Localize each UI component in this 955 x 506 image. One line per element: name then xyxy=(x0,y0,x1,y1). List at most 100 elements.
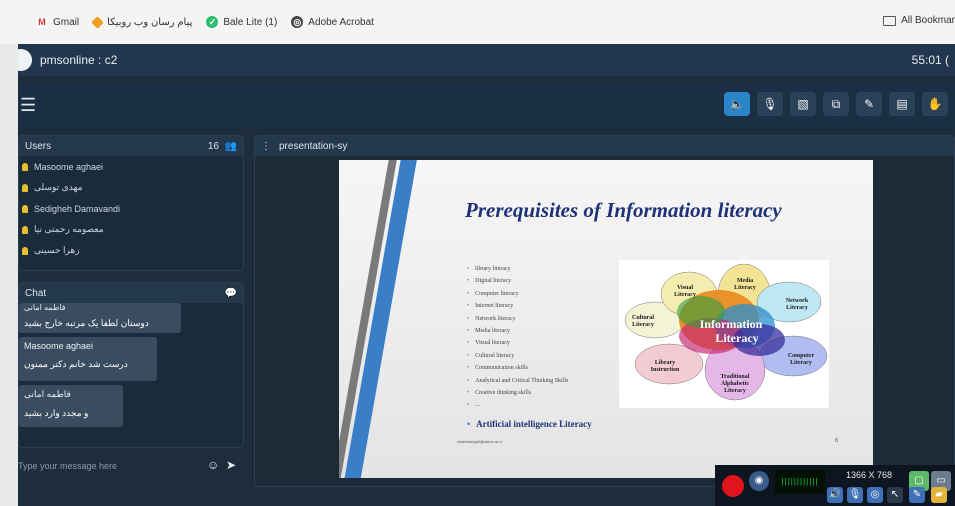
toolbar-buttons: 🔈 🎙 ▧ ⧉ ✎ ▤ ✋ xyxy=(724,92,955,116)
chat-message: Masoome aghaei درست شد خانم دکتر ممنون xyxy=(19,337,157,381)
menu-icon[interactable]: ☰ xyxy=(20,96,36,114)
user-icon xyxy=(22,246,28,255)
user-item[interactable]: مهدی توسلی xyxy=(19,177,243,198)
audio-level-meter: |||||||||||| xyxy=(775,470,825,494)
pen-tool-icon[interactable]: ✎ xyxy=(909,487,925,503)
slide-bullet: Internet literacy xyxy=(467,300,627,312)
webcam-icon[interactable]: ◉ xyxy=(749,471,769,491)
volume-icon[interactable]: 🔊 xyxy=(827,487,843,503)
bookmark-label: Adobe Acrobat xyxy=(308,16,374,28)
presentation-header: ⋮ presentation-sy xyxy=(255,136,954,156)
users-header: Users 16 👥 xyxy=(19,136,243,156)
all-bookmarks[interactable]: All Bookmar xyxy=(883,15,955,26)
slide-email: shahbadaghi@sbmu.ac.ir xyxy=(457,439,503,444)
message-text: درست شد خانم دکتر ممنون xyxy=(24,359,128,369)
bookmark-bale[interactable]: ✓ Bale Lite (1) xyxy=(206,16,277,28)
petal-label: Literacy xyxy=(674,292,696,298)
cursor-icon[interactable]: ↖ xyxy=(887,487,903,503)
camera-button[interactable]: ▧ xyxy=(790,92,816,116)
recording-resolution: 1366 X 768 xyxy=(846,470,893,480)
microphone-button[interactable]: 🎙 xyxy=(757,92,783,116)
send-icon[interactable]: ➤ xyxy=(223,458,236,472)
slide-bullet: Media literacy xyxy=(467,325,627,337)
slide-bullet: Creative thinking skills xyxy=(467,387,627,399)
user-item[interactable]: Masoome aghaei xyxy=(19,156,243,177)
webcam-small-icon[interactable]: ◎ xyxy=(867,487,883,503)
mic-icon[interactable]: 🎙 xyxy=(847,487,863,503)
slide-bullet: Communication skills xyxy=(467,362,627,374)
toolbar: ☰ 🔈 🎙 ▧ ⧉ ✎ ▤ ✋ xyxy=(18,84,955,128)
title-bar: pmsonline : c2 55:01 ( xyxy=(18,44,955,76)
presentation-panel: ⋮ presentation-sy Prerequisites of Infor… xyxy=(254,135,955,487)
chat-message: فاطمه امانی دوستان لطفا یک مرتبه خارج بش… xyxy=(19,303,181,333)
flower-center-line1: Information xyxy=(700,317,763,331)
chat-message: فاطمه امانی و مجدد وارد بشید xyxy=(19,385,123,427)
petal-label: Literacy xyxy=(790,360,812,366)
raise-hand-icon: ✋ xyxy=(927,97,943,111)
user-name: مهدی توسلی xyxy=(34,182,83,192)
bookmark-label: پیام رسان وب روبیکا xyxy=(107,16,193,28)
slide-bullet: Network literacy xyxy=(467,313,627,325)
room-title: pmsonline : c2 xyxy=(40,53,118,67)
flower-center-line2: Literacy xyxy=(715,331,758,345)
file-icon: ▤ xyxy=(896,97,908,111)
slide-bullet-highlight: Artificial intelligence Literacy xyxy=(467,418,627,430)
pen-icon: ✎ xyxy=(863,97,875,111)
user-item[interactable]: معصومه رحمتی نیا xyxy=(19,219,243,240)
user-name: زهرا حسینی xyxy=(34,245,80,255)
message-text: دوستان لطفا یک مرتبه خارج بشید xyxy=(24,318,149,328)
user-icon xyxy=(22,225,28,234)
user-item[interactable]: زهرا حسینی xyxy=(19,240,243,261)
user-icon xyxy=(22,204,28,213)
bookmark-label: Bale Lite (1) xyxy=(223,16,278,28)
kebab-menu-icon[interactable]: ⋮ xyxy=(261,141,271,152)
message-sender: فاطمه امانی xyxy=(24,303,66,312)
slide-bullet: ... xyxy=(467,399,627,411)
rubika-icon xyxy=(91,15,104,29)
presentation-slide: Prerequisites of Information literacy li… xyxy=(339,160,873,478)
acrobat-icon: ◎ xyxy=(291,16,304,28)
bookmark-acrobat[interactable]: ◎ Adobe Acrobat xyxy=(291,16,374,28)
presentation-title: presentation-sy xyxy=(279,140,348,152)
message-sender: Masoome aghaei xyxy=(24,341,94,351)
mic-off-icon: 🎙 xyxy=(762,97,778,111)
chat-input[interactable]: Type your message here ☺ ➤ xyxy=(18,452,244,480)
petal-label: Cultural xyxy=(632,315,654,321)
screen-share-button[interactable]: ⧉ xyxy=(823,92,849,116)
record-button[interactable] xyxy=(722,475,744,497)
slide-decor-stripe xyxy=(339,160,418,478)
users-title: Users xyxy=(25,140,52,152)
emoji-icon[interactable]: ☺ xyxy=(207,458,219,472)
slide-page-number: 8 xyxy=(835,438,838,444)
petal-label: Instruction xyxy=(651,367,680,373)
bookmark-rubika[interactable]: پیام رسان وب روبیکا xyxy=(91,15,193,29)
petal-label: Literacy xyxy=(786,305,808,311)
petal-label: Traditional xyxy=(721,374,750,380)
folder-open-icon[interactable]: ▰ xyxy=(931,487,947,503)
chat-input-placeholder: Type your message here xyxy=(18,461,118,471)
petal-label: Network xyxy=(786,298,809,304)
user-item[interactable]: Sedigheh Damavandi xyxy=(19,198,243,219)
slide-bullets: library literacy Digital literacy Comput… xyxy=(467,263,627,430)
user-icon xyxy=(22,183,28,192)
slide-bullet: Digital literacy xyxy=(467,275,627,287)
gmail-icon: M xyxy=(36,16,48,28)
petal-label: Literacy xyxy=(724,388,746,394)
draw-button[interactable]: ✎ xyxy=(856,92,882,116)
raise-hand-button[interactable]: ✋ xyxy=(922,92,948,116)
petal-label: Visual xyxy=(677,285,693,291)
chat-panel: Chat 💬 فاطمه امانی دوستان لطفا یک مرتبه … xyxy=(18,282,244,448)
petal-label: Literacy xyxy=(632,322,654,328)
users-count-wrap: 16 👥 xyxy=(208,141,237,152)
speaker-button[interactable]: 🔈 xyxy=(724,92,750,116)
folder-icon xyxy=(883,15,897,26)
camera-off-icon: ▧ xyxy=(797,97,809,111)
speaker-icon: 🔈 xyxy=(729,97,745,111)
bookmark-gmail[interactable]: M Gmail xyxy=(36,16,79,28)
message-sender: فاطمه امانی xyxy=(24,389,71,399)
literacy-flower-diagram: Information Literacy Media Literacy Netw… xyxy=(619,260,829,408)
file-button[interactable]: ▤ xyxy=(889,92,915,116)
users-count: 16 xyxy=(207,140,219,152)
petal-label: Alphabetic xyxy=(721,381,749,387)
bookmarks-bar: M Gmail پیام رسان وب روبیکا ✓ Bale Lite … xyxy=(0,0,955,44)
